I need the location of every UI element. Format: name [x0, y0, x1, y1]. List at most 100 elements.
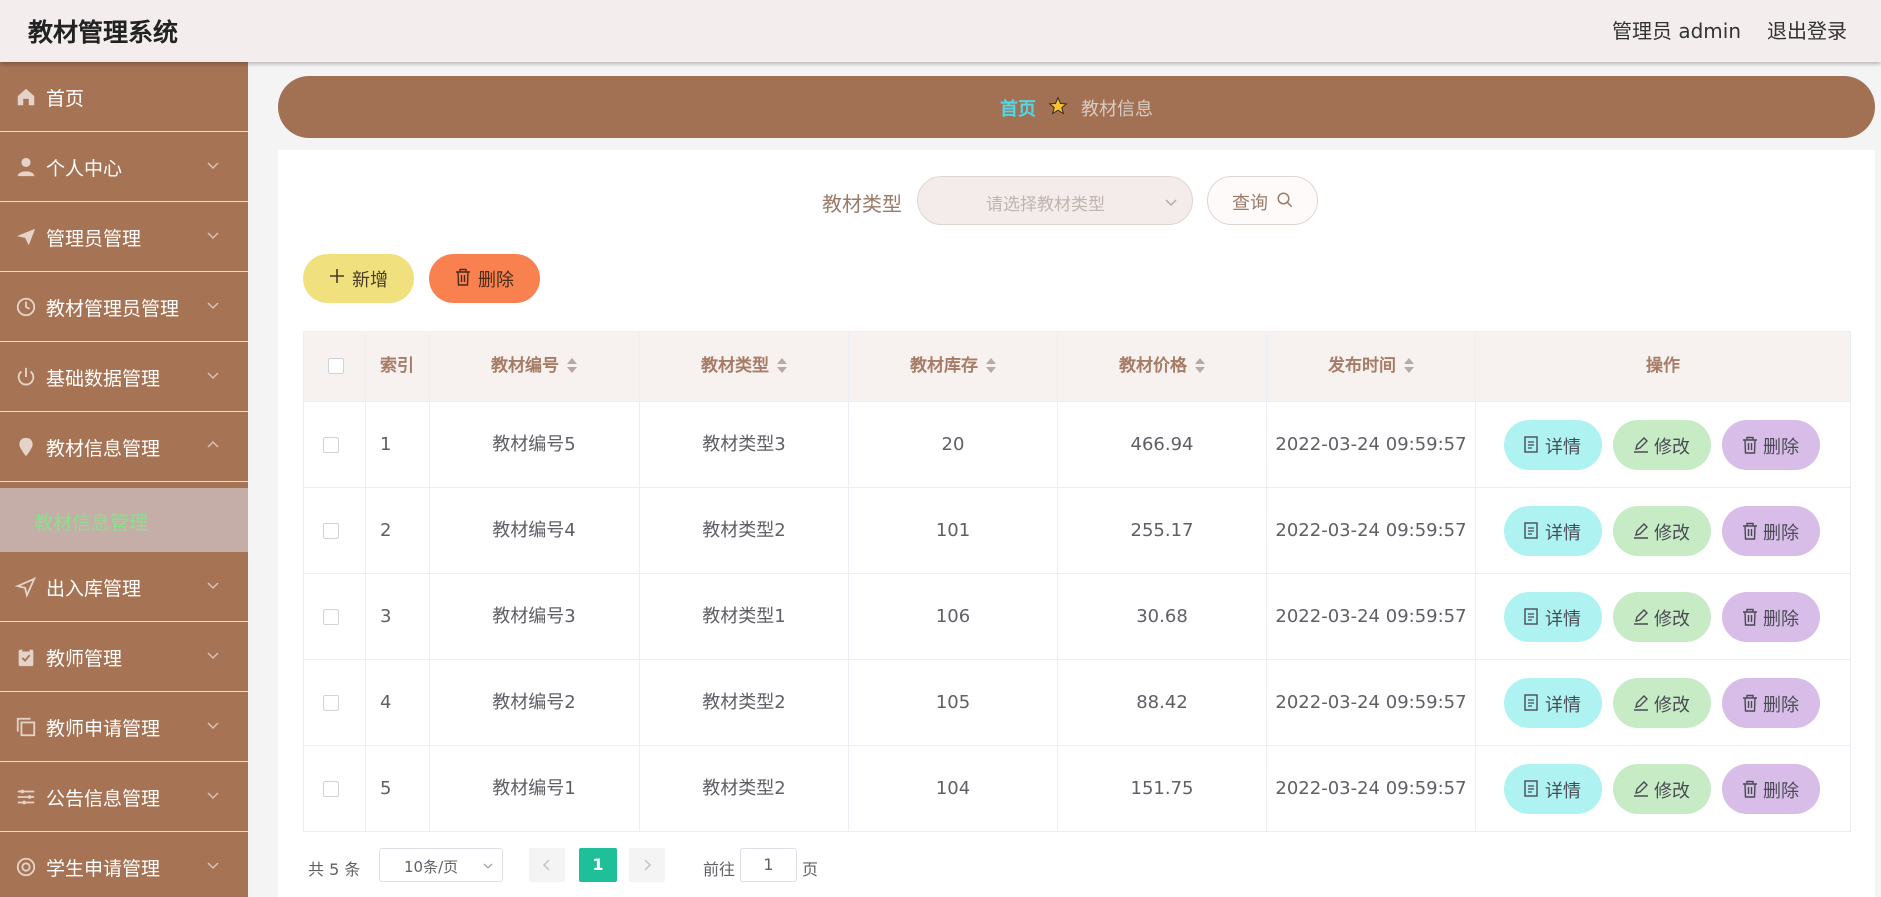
detail-button-label: 详情: [1545, 437, 1581, 458]
sidebar-item-label: 学生申请管理: [46, 858, 161, 880]
table-header: 索引 教材编号 教材类型 教材库存 教材价格 发布时间 操作: [304, 332, 1850, 401]
chevron-down-icon: [207, 372, 219, 380]
page-size-value: 10条/页: [404, 858, 459, 876]
detail-button[interactable]: 详情: [1504, 506, 1602, 556]
sidebar-item-textbook-info[interactable]: 教材信息管理: [0, 412, 248, 482]
sidebar-item-label: 出入库管理: [46, 578, 142, 600]
delete-row-button[interactable]: 删除: [1722, 678, 1820, 728]
edit-button-label: 修改: [1654, 695, 1690, 716]
row-checkbox[interactable]: [323, 523, 339, 539]
edit-button[interactable]: 修改: [1613, 764, 1711, 814]
cell-stock: 106: [935, 606, 971, 627]
sidebar-item-label: 教材管理员管理: [46, 298, 180, 320]
cell-time: 2022-03-24 09:59:57: [1275, 520, 1467, 541]
delete-row-button[interactable]: 删除: [1722, 506, 1820, 556]
cell-stock: 20: [941, 434, 965, 455]
row-checkbox[interactable]: [323, 781, 339, 797]
chevron-down-icon: [207, 582, 219, 590]
detail-button[interactable]: 详情: [1504, 592, 1602, 642]
select-all-checkbox[interactable]: [328, 358, 344, 374]
add-button[interactable]: 新增: [303, 254, 414, 303]
delete-row-button[interactable]: 删除: [1722, 764, 1820, 814]
query-button[interactable]: 查询: [1207, 176, 1318, 225]
next-page-button[interactable]: [629, 848, 665, 882]
table-row: 3 教材编号3 教材类型1 106 30.68 2022-03-24 09:59…: [304, 573, 1850, 659]
sidebar-item-label: 个人中心: [46, 158, 123, 180]
delete-button-label: 删除: [478, 270, 514, 291]
batch-delete-button[interactable]: 删除: [429, 254, 540, 303]
table-row: 4 教材编号2 教材类型2 105 88.42 2022-03-24 09:59…: [304, 659, 1850, 745]
sidebar-item-student-requests[interactable]: 学生申请管理: [0, 832, 248, 897]
cell-stock: 105: [935, 692, 971, 713]
textbook-type-select[interactable]: 请选择教材类型: [917, 176, 1193, 225]
sidebar-item-teachers[interactable]: 教师管理: [0, 622, 248, 692]
row-checkbox[interactable]: [323, 609, 339, 625]
logout-link[interactable]: 退出登录: [1767, 15, 1847, 44]
user-icon: [17, 157, 35, 177]
row-checkbox[interactable]: [323, 437, 339, 453]
breadcrumb-home[interactable]: 首页: [1000, 95, 1036, 121]
sidebar-item-label: 管理员管理: [46, 228, 142, 250]
cell-type: 教材类型2: [702, 778, 786, 799]
app-title: 教材管理系统: [28, 18, 179, 47]
sidebar-item-profile[interactable]: 个人中心: [0, 132, 248, 202]
trash-icon: [456, 268, 470, 286]
clipboard-icon: [18, 647, 34, 667]
top-bar: 教材管理系统 管理员 admin 退出登录: [0, 0, 1881, 62]
delete-row-button[interactable]: 删除: [1722, 592, 1820, 642]
cell-price: 151.75: [1130, 778, 1194, 799]
sidebar-item-announcements[interactable]: 公告信息管理: [0, 762, 248, 832]
header-time[interactable]: 发布时间: [1267, 332, 1475, 401]
goto-page-input[interactable]: 1: [740, 848, 797, 882]
navigation-icon: [15, 576, 37, 598]
plus-icon: [330, 269, 344, 283]
header-code[interactable]: 教材编号: [430, 332, 638, 401]
target-icon: [16, 857, 36, 877]
edit-button[interactable]: 修改: [1613, 420, 1711, 470]
cell-code: 教材编号2: [492, 692, 576, 713]
delete-row-button-label: 删除: [1763, 781, 1799, 802]
chevron-down-icon: [207, 652, 219, 660]
cell-stock: 104: [935, 778, 971, 799]
sidebar-subitem-textbook-info[interactable]: 教材信息管理: [0, 488, 248, 552]
header-price[interactable]: 教材价格: [1058, 332, 1266, 401]
table-row: 1 教材编号5 教材类型3 20 466.94 2022-03-24 09:59…: [304, 401, 1850, 487]
cell-index: 4: [380, 692, 392, 713]
sidebar-item-admins[interactable]: 管理员管理: [0, 202, 248, 272]
cell-type: 教材类型2: [702, 692, 786, 713]
header-type[interactable]: 教材类型: [640, 332, 848, 401]
table-row: 2 教材编号4 教材类型2 101 255.17 2022-03-24 09:5…: [304, 487, 1850, 573]
delete-row-button-label: 删除: [1763, 609, 1799, 630]
edit-button[interactable]: 修改: [1613, 506, 1711, 556]
sidebar-item-stock-io[interactable]: 出入库管理: [0, 552, 248, 622]
sidebar-subitem-label: 教材信息管理: [34, 512, 149, 534]
delete-row-button[interactable]: 删除: [1722, 420, 1820, 470]
trash-icon: [1743, 522, 1757, 540]
detail-button[interactable]: 详情: [1504, 678, 1602, 728]
sidebar-item-home[interactable]: 首页: [0, 62, 248, 132]
header-stock[interactable]: 教材库存: [849, 332, 1057, 401]
edit-button[interactable]: 修改: [1613, 592, 1711, 642]
edit-button[interactable]: 修改: [1613, 678, 1711, 728]
chevron-down-icon: [207, 162, 219, 170]
detail-button[interactable]: 详情: [1504, 764, 1602, 814]
edit-icon: [1634, 523, 1648, 539]
power-icon: [17, 367, 35, 386]
page-size-select[interactable]: 10条/页: [379, 848, 503, 882]
cell-time: 2022-03-24 09:59:57: [1275, 692, 1467, 713]
chevron-up-icon: [207, 440, 219, 448]
row-checkbox[interactable]: [323, 695, 339, 711]
chevron-down-icon: [207, 722, 219, 730]
detail-button[interactable]: 详情: [1504, 420, 1602, 470]
select-placeholder: 请选择教材类型: [986, 195, 1105, 215]
goto-label: 前往: [703, 860, 736, 879]
sidebar-item-base-data[interactable]: 基础数据管理: [0, 342, 248, 412]
sidebar-item-textbook-admins[interactable]: 教材管理员管理: [0, 272, 248, 342]
sidebar-item-teacher-requests[interactable]: 教师申请管理: [0, 692, 248, 762]
document-icon: [1524, 608, 1538, 625]
edit-button-label: 修改: [1654, 609, 1690, 630]
detail-button-label: 详情: [1545, 523, 1581, 544]
edit-button-label: 修改: [1654, 523, 1690, 544]
page-number-current[interactable]: 1: [579, 848, 617, 882]
prev-page-button[interactable]: [529, 848, 565, 882]
